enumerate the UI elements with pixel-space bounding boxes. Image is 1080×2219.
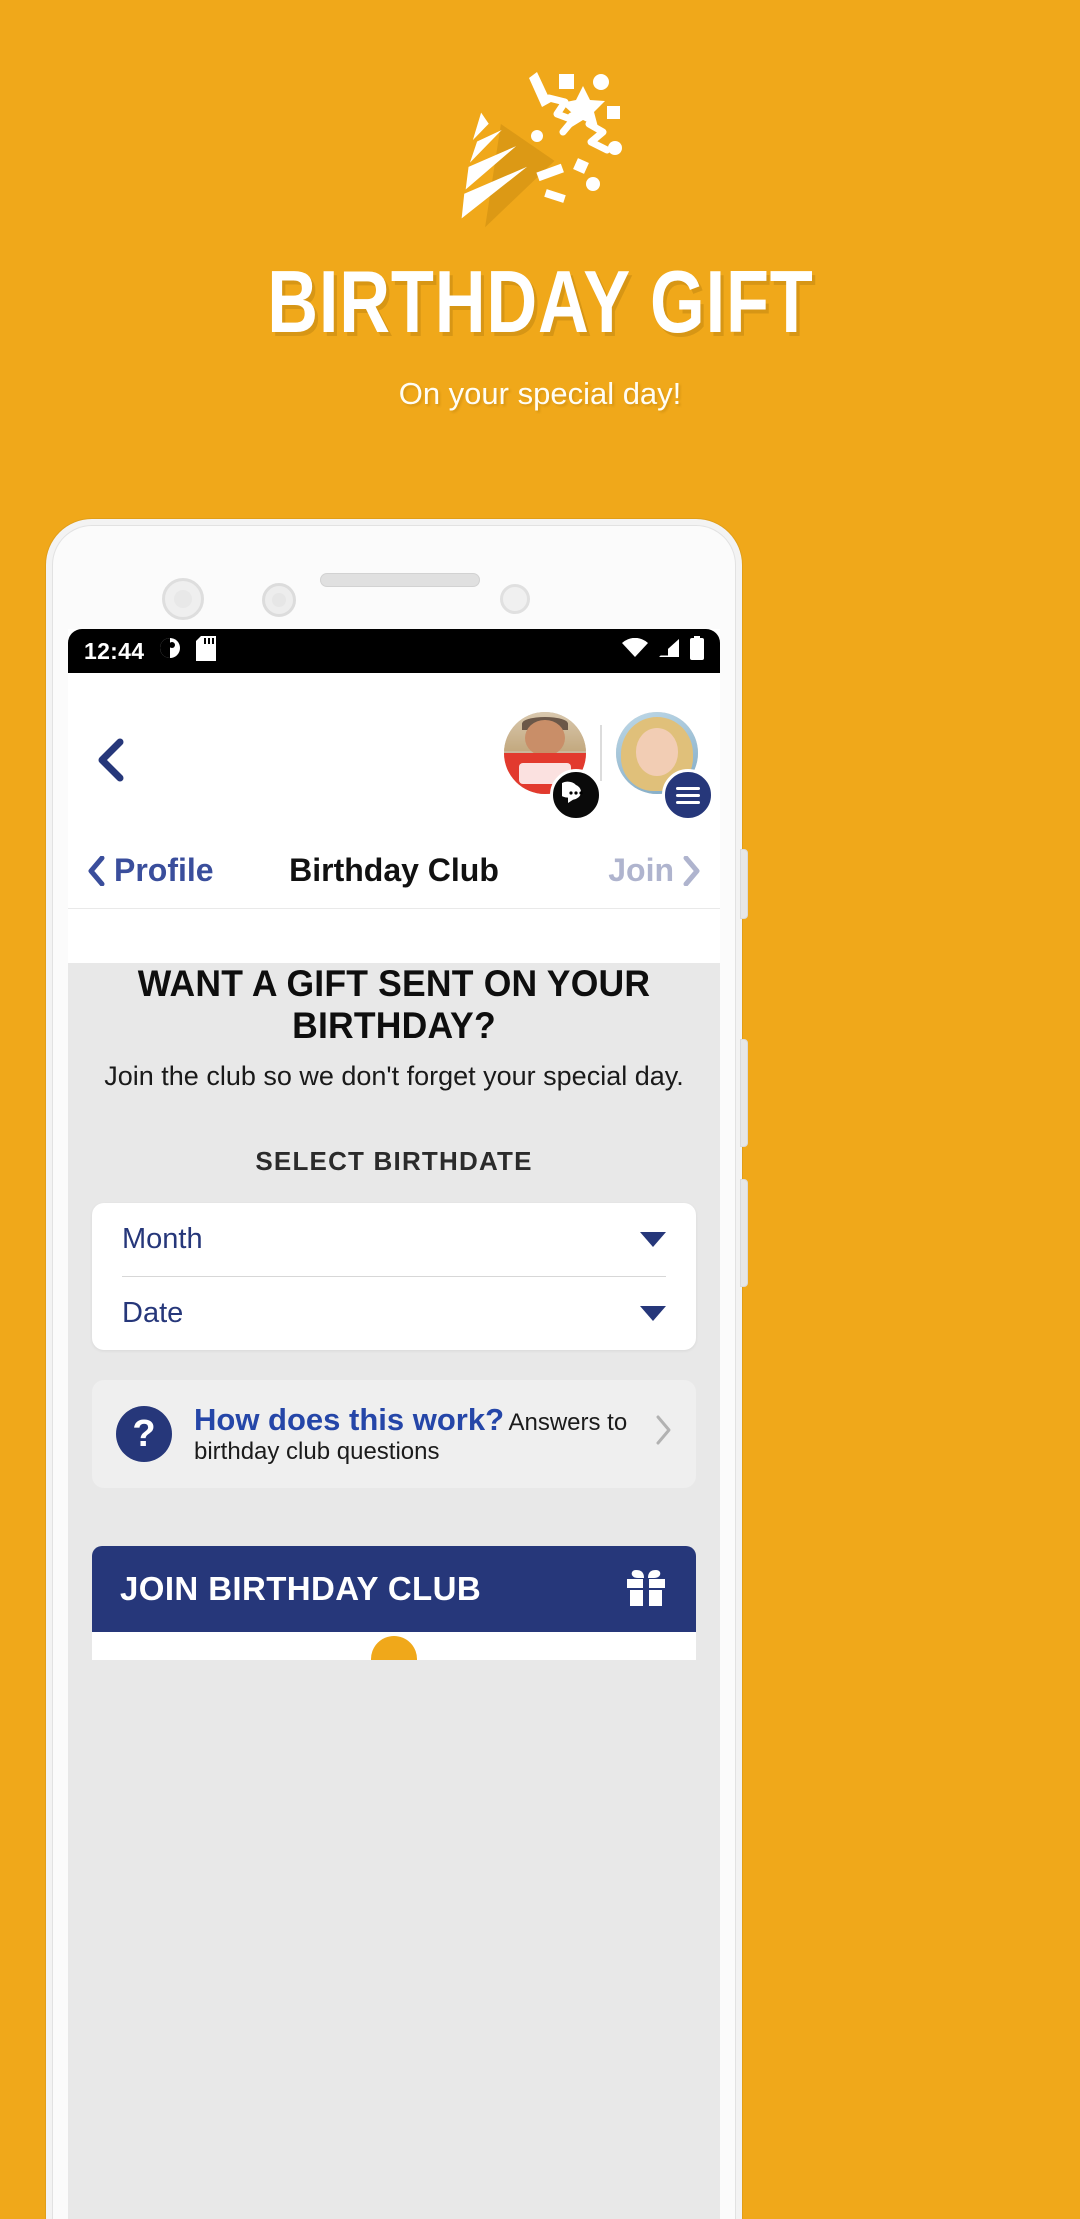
do-not-disturb-icon — [158, 636, 182, 666]
partial-badge-icon — [371, 1636, 417, 1660]
phone-device-frame: 12:44 Profile Birthday Club Join WANT A … — [46, 519, 748, 2219]
sensor-icon — [262, 583, 296, 617]
how-does-this-work-card[interactable]: ? How does this work? Answers to birthda… — [92, 1380, 696, 1488]
select-birthdate-label: SELECT BIRTHDATE — [255, 1146, 533, 1176]
screen-content: WANT A GIFT SENT ON YOUR BIRTHDAY? Join … — [68, 963, 720, 2219]
below-button-strip — [92, 1632, 696, 1660]
phone-screen: 12:44 Profile Birthday Club Join WANT A … — [68, 629, 720, 2219]
chevron-right-icon — [683, 855, 700, 886]
signal-icon — [657, 638, 681, 664]
volume-up-button[interactable] — [740, 1039, 748, 1147]
hamburger-menu-icon[interactable] — [662, 769, 714, 821]
volume-down-button[interactable] — [740, 1179, 748, 1287]
join-birthday-club-button[interactable]: JOIN BIRTHDAY CLUB — [92, 1546, 696, 1632]
nav-back-profile[interactable]: Profile — [88, 852, 214, 889]
nav-join-action[interactable]: Join — [608, 852, 700, 889]
back-icon[interactable] — [96, 738, 126, 782]
sd-card-icon — [196, 635, 217, 667]
promo-header: BIRTHDAY GIFT On your special day! — [0, 0, 1080, 520]
wifi-icon — [622, 637, 648, 664]
screen-nav-bar: Profile Birthday Club Join — [68, 833, 720, 909]
phone-top-bezel — [52, 531, 736, 631]
app-top-bar — [68, 673, 720, 833]
caret-down-icon — [640, 1306, 666, 1321]
chat-bubble-icon[interactable] — [550, 769, 602, 821]
nav-join-label: Join — [608, 852, 674, 888]
promo-title: BIRTHDAY GIFT — [266, 252, 814, 351]
birthdate-select-card: Month Date — [92, 1203, 696, 1350]
content-headline: WANT A GIFT SENT ON YOUR BIRTHDAY? — [137, 963, 651, 1046]
content-subhead: Join the club so we don't forget your sp… — [104, 1061, 684, 1091]
help-card-title: How does this work? — [194, 1402, 505, 1438]
power-button[interactable] — [740, 849, 748, 919]
proximity-sensor-icon — [500, 584, 530, 614]
caret-down-icon — [640, 1232, 666, 1247]
status-bar-clock: 12:44 — [84, 637, 145, 664]
date-dropdown-label: Date — [122, 1297, 184, 1329]
month-dropdown-label: Month — [122, 1223, 203, 1255]
chevron-right-icon — [654, 1414, 672, 1455]
question-mark-icon: ? — [116, 1406, 172, 1462]
earpiece-speaker — [320, 573, 480, 587]
join-button-label: JOIN BIRTHDAY CLUB — [120, 1570, 482, 1607]
nav-back-label: Profile — [114, 852, 214, 888]
avatar-divider — [600, 725, 602, 781]
date-dropdown[interactable]: Date — [92, 1277, 696, 1350]
gift-icon — [624, 1566, 668, 1613]
promo-subtitle: On your special day! — [398, 376, 682, 411]
chevron-left-icon — [88, 855, 105, 886]
battery-icon — [690, 636, 704, 666]
status-bar: 12:44 — [68, 629, 720, 673]
front-camera-icon — [162, 578, 204, 620]
month-dropdown[interactable]: Month — [92, 1203, 696, 1276]
party-popper-icon — [425, 52, 655, 232]
